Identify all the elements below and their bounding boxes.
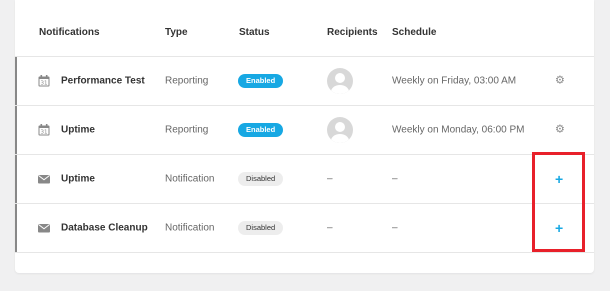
notification-type: Reporting — [165, 75, 209, 87]
notification-name[interactable]: Database Cleanup — [61, 223, 148, 234]
notifications-card: Notifications Type Status Recipients Sch… — [15, 0, 594, 273]
gear-icon[interactable]: ⚙ — [555, 124, 565, 136]
envelope-icon — [38, 175, 50, 184]
calendar-icon: 31 — [38, 75, 50, 87]
table-row[interactable]: 31 Performance Test Reporting Enabled We… — [15, 57, 594, 106]
table-row[interactable]: Uptime Notification Disabled – – + — [15, 155, 594, 204]
calendar-icon: 31 — [38, 124, 50, 136]
status-badge: Enabled — [238, 123, 284, 137]
recipients-empty: – — [327, 222, 333, 234]
svg-text:31: 31 — [41, 81, 48, 87]
gear-icon[interactable]: ⚙ — [555, 75, 565, 87]
schedule-empty: – — [392, 173, 398, 185]
schedule-empty: – — [392, 222, 398, 234]
envelope-icon — [38, 224, 50, 233]
header-status: Status — [239, 27, 270, 38]
notification-name[interactable]: Performance Test — [61, 76, 145, 87]
table-header: Notifications Type Status Recipients Sch… — [15, 0, 594, 57]
status-badge: Disabled — [238, 221, 284, 235]
recipient-avatar — [327, 117, 353, 143]
status-badge: Disabled — [238, 172, 284, 186]
svg-text:31: 31 — [41, 130, 48, 136]
notification-type: Notification — [165, 173, 215, 185]
recipients-empty: – — [327, 173, 333, 185]
recipient-avatar — [327, 68, 353, 94]
schedule-text: Weekly on Monday, 06:00 PM — [392, 124, 525, 136]
table-row[interactable]: Database Cleanup Notification Disabled –… — [15, 204, 594, 253]
schedule-text: Weekly on Friday, 03:00 AM — [392, 75, 517, 87]
table-row[interactable]: 31 Uptime Reporting Enabled Weekly on Mo… — [15, 106, 594, 155]
header-recipients: Recipients — [327, 27, 378, 38]
header-notifications: Notifications — [39, 27, 100, 38]
highlight-box — [532, 152, 585, 252]
notification-name[interactable]: Uptime — [61, 174, 95, 185]
notification-type: Notification — [165, 222, 215, 234]
notification-name[interactable]: Uptime — [61, 125, 95, 136]
header-type: Type — [165, 27, 188, 38]
status-badge: Enabled — [238, 74, 284, 88]
header-schedule: Schedule — [392, 27, 437, 38]
notification-type: Reporting — [165, 124, 209, 136]
